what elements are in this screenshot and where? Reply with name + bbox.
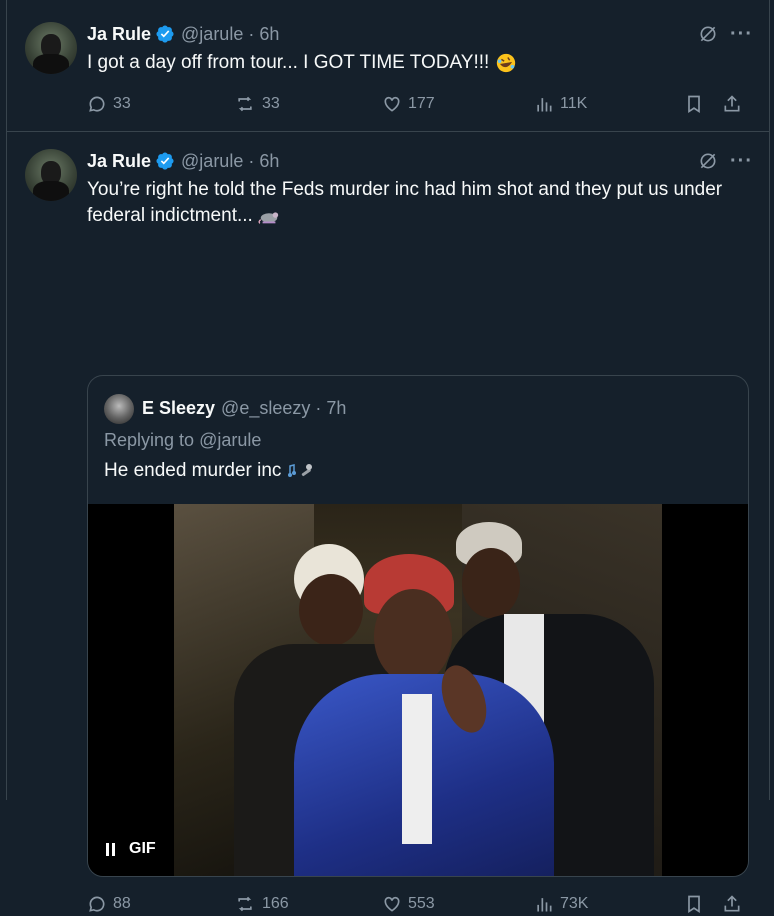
share-icon xyxy=(724,95,740,112)
rat-emoji-icon xyxy=(258,212,279,224)
author-handle[interactable]: @jarule xyxy=(181,151,243,172)
verified-badge-icon xyxy=(156,152,174,170)
avatar[interactable] xyxy=(25,22,77,74)
quoted-tweet[interactable]: E Sleezy @e_sleezy · 7h Replying to @jar… xyxy=(87,375,749,877)
reply-icon xyxy=(89,896,105,912)
gif-image xyxy=(174,504,662,876)
tweet-top-actions: ··· xyxy=(698,151,753,171)
verified-badge-icon xyxy=(156,25,174,43)
views-button[interactable]: 73K xyxy=(534,894,684,914)
pause-icon[interactable] xyxy=(106,842,115,856)
reply-button[interactable]: 88 xyxy=(87,894,234,914)
like-button[interactable]: 553 xyxy=(382,894,534,914)
timestamp[interactable]: 6h xyxy=(259,151,279,172)
author-name[interactable]: Ja Rule xyxy=(87,24,151,45)
views-chart-icon xyxy=(537,898,552,912)
view-count: 73K xyxy=(560,895,589,912)
quoted-avatar[interactable] xyxy=(104,394,134,424)
author-handle[interactable]: @jarule xyxy=(181,24,243,45)
view-count: 11K xyxy=(560,95,588,112)
like-count: 553 xyxy=(408,895,435,912)
retweet-icon xyxy=(238,896,252,912)
retweet-button[interactable]: 166 xyxy=(234,894,382,914)
avatar[interactable] xyxy=(25,149,77,201)
reply-icon xyxy=(89,96,105,112)
tweet-text: I got a day off from tour... I GOT TIME … xyxy=(87,50,753,76)
quoted-author-name[interactable]: E Sleezy xyxy=(142,398,215,419)
tweet-header: Ja Rule @jarule · 6h xyxy=(87,23,279,45)
grok-icon[interactable] xyxy=(698,24,718,44)
gif-label: GIF xyxy=(129,840,156,857)
quoted-author-handle[interactable]: @e_sleezy xyxy=(221,398,310,419)
quoted-header: E Sleezy @e_sleezy · 7h xyxy=(142,398,346,419)
share-button[interactable] xyxy=(722,894,748,914)
tweet-header: Ja Rule @jarule · 6h xyxy=(87,150,279,172)
tweet-body: I got a day off from tour... I GOT TIME … xyxy=(87,52,490,73)
replying-to: Replying to @jarule xyxy=(104,430,261,451)
author-name[interactable]: Ja Rule xyxy=(87,151,151,172)
quoted-body: He ended murder inc xyxy=(104,460,282,481)
views-button[interactable]: 11K xyxy=(534,94,684,114)
quoted-text: He ended murder inc xyxy=(104,460,313,482)
separator-dot: · xyxy=(315,398,322,418)
bookmark-icon xyxy=(688,95,700,114)
retweet-count: 33 xyxy=(262,95,280,112)
heart-icon xyxy=(384,96,400,112)
grok-icon[interactable] xyxy=(698,151,718,171)
laughing-emoji-icon xyxy=(496,53,515,73)
timestamp[interactable]: 6h xyxy=(259,24,279,45)
timeline: Ja Rule @jarule · 6h ··· I got a day off… xyxy=(6,0,770,914)
reply-button[interactable]: 33 xyxy=(87,94,234,114)
tweet[interactable]: Ja Rule @jarule · 6h ··· I got a day off… xyxy=(7,0,769,132)
quoted-timestamp[interactable]: 7h xyxy=(326,398,346,419)
tweet-top-actions: ··· xyxy=(698,24,753,44)
retweet-button[interactable]: 33 xyxy=(234,94,382,114)
tweet-actions: 33 33 177 11K xyxy=(87,92,753,116)
replying-to-mention[interactable]: @jarule xyxy=(199,430,261,450)
share-button[interactable] xyxy=(722,94,748,114)
gif-media[interactable]: GIF xyxy=(88,504,748,876)
musical-notes-microphone-emoji-icon xyxy=(287,463,312,477)
bookmark-button[interactable] xyxy=(684,894,722,914)
views-chart-icon xyxy=(537,98,552,112)
gif-controls: GIF xyxy=(106,840,156,858)
separator-dot: · xyxy=(248,23,255,44)
bookmark-icon xyxy=(688,895,700,914)
tweet-actions: 88 166 553 73K xyxy=(87,892,753,916)
tweet-body: You’re right he told the Feds murder inc… xyxy=(87,179,723,226)
separator-dot: · xyxy=(248,150,255,171)
retweet-icon xyxy=(238,96,252,112)
retweet-count: 166 xyxy=(262,895,289,912)
like-button[interactable]: 177 xyxy=(382,94,534,114)
more-options-icon[interactable]: ··· xyxy=(730,151,753,171)
tweet-text: You’re right he told the Feds murder inc… xyxy=(87,177,753,229)
reply-count: 88 xyxy=(113,895,131,912)
share-icon xyxy=(724,895,740,912)
like-count: 177 xyxy=(408,95,435,112)
reply-count: 33 xyxy=(113,95,131,112)
bookmark-button[interactable] xyxy=(684,94,722,114)
more-options-icon[interactable]: ··· xyxy=(730,24,753,44)
heart-icon xyxy=(384,896,400,912)
tweet[interactable]: Ja Rule @jarule · 6h ··· You’re right he… xyxy=(7,132,769,914)
replying-to-label: Replying to xyxy=(104,430,195,450)
